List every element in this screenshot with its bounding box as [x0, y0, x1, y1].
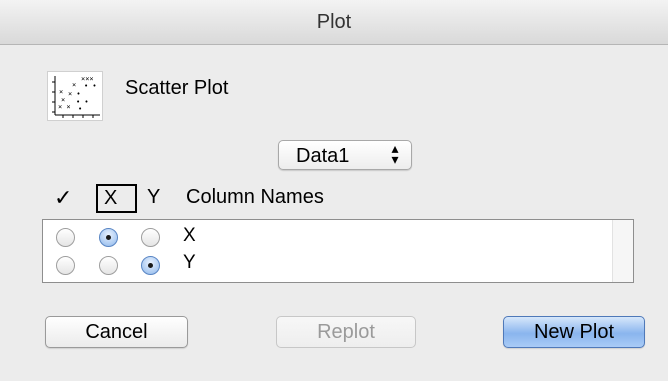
include-column-header: ✓ — [54, 185, 73, 210]
list-item[interactable]: X — [43, 222, 603, 252]
column-name: Y — [183, 252, 196, 273]
svg-text:×: × — [59, 88, 63, 96]
x-radio[interactable] — [99, 256, 118, 275]
window-title: Plot — [316, 11, 352, 33]
svg-text:•: • — [78, 105, 82, 113]
dataset-popup-value: Data1 — [296, 145, 350, 167]
list-item[interactable]: Y — [43, 252, 603, 282]
column-names-header: Column Names — [186, 186, 324, 208]
x-column-header-label: X — [104, 187, 118, 209]
y-radio[interactable] — [141, 256, 160, 275]
column-name: X — [183, 225, 196, 246]
plot-type-label: Scatter Plot — [125, 77, 229, 99]
svg-text:×: × — [72, 81, 76, 89]
include-radio[interactable] — [56, 256, 75, 275]
include-radio[interactable] — [56, 228, 75, 247]
title-bar[interactable]: Plot — [0, 0, 668, 45]
y-column-header: Y — [147, 186, 161, 208]
scatter-plot-icon: ××× × • • × × • × • • × × • — [47, 71, 103, 121]
svg-text:× ×: × × — [58, 103, 71, 111]
x-column-header: X — [96, 184, 137, 213]
cancel-button[interactable]: Cancel — [45, 316, 188, 348]
column-list[interactable]: X Y — [42, 219, 634, 283]
x-radio[interactable] — [99, 228, 118, 247]
y-radio[interactable] — [141, 228, 160, 247]
updown-chevron-icon: ▴ ▾ — [391, 140, 399, 167]
new-plot-button[interactable]: New Plot — [503, 316, 645, 348]
svg-text:• •: • • — [84, 82, 97, 90]
scrollbar[interactable] — [612, 220, 633, 282]
replot-button[interactable]: Replot — [276, 316, 416, 348]
dataset-popup[interactable]: Data1 ▴ ▾ — [278, 140, 412, 170]
svg-text:× •: × • — [68, 90, 81, 98]
